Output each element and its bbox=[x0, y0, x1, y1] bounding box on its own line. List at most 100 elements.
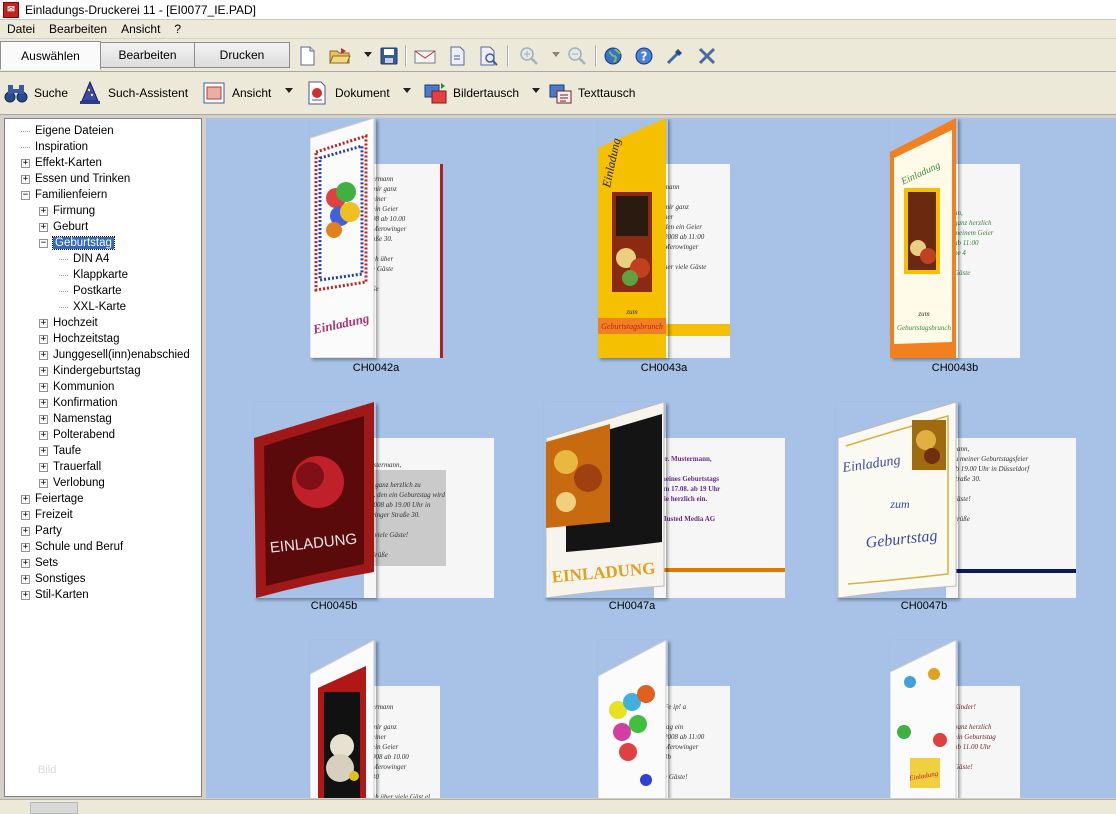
card-ch0043a[interactable]: mann mir ganz ner den ein Geier 2008 ab 11:… bbox=[598, 118, 738, 378]
tree-item[interactable]: + Kommunion bbox=[39, 379, 114, 395]
zoom-in-icon[interactable] bbox=[517, 45, 541, 67]
open-folder-icon[interactable] bbox=[328, 45, 352, 67]
tree-item[interactable]: + Essen und Trinken bbox=[21, 171, 130, 187]
expand-icon[interactable]: + bbox=[39, 382, 48, 392]
tree-item[interactable]: + Firmung bbox=[39, 203, 95, 219]
tree-item[interactable]: + Sets bbox=[21, 555, 58, 571]
collapse-icon[interactable]: − bbox=[21, 190, 30, 200]
card-ch0043b[interactable]: an, ganz herzlich meinem Geier ab 11:00 pe 4… bbox=[890, 118, 1030, 378]
expand-icon[interactable]: + bbox=[39, 366, 48, 376]
mail-icon[interactable] bbox=[413, 45, 437, 67]
eyedropper-icon[interactable] bbox=[663, 45, 687, 67]
tab-drucken[interactable]: Drucken bbox=[194, 42, 290, 68]
tree-item[interactable]: + Taufe bbox=[39, 443, 81, 459]
expand-icon[interactable]: + bbox=[21, 494, 30, 504]
card-inside-line: r viele Gäste! bbox=[370, 531, 409, 539]
tree-item[interactable]: + Effekt-Karten bbox=[21, 155, 102, 171]
zoom-out-icon[interactable] bbox=[565, 45, 589, 67]
view-button[interactable]: Ansicht bbox=[202, 78, 271, 108]
tree-item[interactable]: + Verlobung bbox=[39, 475, 105, 491]
expand-icon[interactable]: + bbox=[21, 526, 30, 536]
tree-item[interactable]: + Hochzeitstag bbox=[39, 331, 119, 347]
document-button[interactable]: Dokument bbox=[305, 78, 390, 108]
globe-icon[interactable] bbox=[601, 45, 625, 67]
horizontal-scrollbar-thumb[interactable] bbox=[30, 802, 78, 814]
card-ch0042a[interactable]: ermann mir ganz einer ein Geier 08 ab 10.00 M… bbox=[306, 118, 446, 378]
open-dropdown-caret[interactable] bbox=[364, 52, 372, 57]
tree-item[interactable]: − Geburtstag bbox=[39, 235, 115, 251]
expand-icon[interactable]: + bbox=[39, 430, 48, 440]
tree-item[interactable]: Klappkarte bbox=[59, 267, 128, 283]
card-ch0050a[interactable]: Kinder! ganz herzlich ein Geburtstag ab 11… bbox=[890, 640, 1030, 798]
tree-item[interactable]: Inspiration bbox=[21, 139, 88, 155]
tools-icon[interactable] bbox=[695, 45, 719, 67]
expand-icon[interactable]: + bbox=[39, 334, 48, 344]
new-document-icon[interactable] bbox=[295, 45, 319, 67]
tree-item[interactable]: + Konfirmation bbox=[39, 395, 118, 411]
tree-item[interactable]: XXL-Karte bbox=[59, 299, 126, 315]
help-icon[interactable]: ? bbox=[632, 45, 656, 67]
export-icon[interactable] bbox=[445, 45, 469, 67]
image-swap-button[interactable]: Bildertausch bbox=[423, 78, 519, 108]
view-dropdown-caret[interactable] bbox=[285, 88, 293, 93]
expand-icon[interactable]: + bbox=[39, 398, 48, 408]
expand-icon[interactable]: + bbox=[39, 222, 48, 232]
expand-icon[interactable]: + bbox=[21, 558, 30, 568]
tree-item[interactable]: + Schule und Beruf bbox=[21, 539, 123, 555]
tree-item[interactable]: + Geburt bbox=[39, 219, 88, 235]
tree-item[interactable]: DIN A4 bbox=[59, 251, 109, 267]
tree-item[interactable]: + Polterabend bbox=[39, 427, 115, 443]
tree-item[interactable]: + Namenstag bbox=[39, 411, 112, 427]
card-ch0047b[interactable]: mann, zu meiner Geburtstagsfeier ab 19.00 … bbox=[836, 402, 1081, 622]
search-button[interactable]: Suche bbox=[4, 78, 68, 108]
search-wizard-button[interactable]: Such-Assistent bbox=[78, 78, 188, 108]
tree-item[interactable]: + Freizeit bbox=[21, 507, 73, 523]
expand-icon[interactable]: + bbox=[39, 350, 48, 360]
expand-icon[interactable]: + bbox=[21, 542, 30, 552]
document-dropdown-caret[interactable] bbox=[403, 88, 411, 93]
template-gallery[interactable]: ermann mir ganz einer ein Geier 08 ab 10.00 M… bbox=[206, 118, 1116, 798]
tree-item[interactable]: + Kindergeburtstag bbox=[39, 363, 141, 379]
print-preview-icon[interactable] bbox=[476, 45, 500, 67]
card-inside-line: Musted Media AG bbox=[660, 515, 716, 523]
card-ch0045b[interactable]: ustermann, h ganz herzlich zu n, den ein … bbox=[254, 402, 494, 622]
card-ch0047a[interactable]: Dr. Mustermann, meines Geburtstags am 17.… bbox=[544, 402, 789, 622]
menu-datei[interactable]: Datei bbox=[0, 22, 42, 36]
tab-bearbeiten[interactable]: Bearbeiten bbox=[100, 42, 195, 68]
expand-icon[interactable]: + bbox=[39, 414, 48, 424]
menu-help[interactable]: ? bbox=[167, 22, 188, 36]
card-ch0049b[interactable]: Fe ip! a tag ein 2008 ab 11:00 Merowinger 3… bbox=[598, 640, 738, 798]
collapse-icon[interactable]: − bbox=[39, 238, 48, 248]
expand-icon[interactable]: + bbox=[39, 478, 48, 488]
expand-icon[interactable]: + bbox=[39, 318, 48, 328]
card-ch0049a[interactable]: ermann mir ganz einer ein Geier 008 ab 10.0… bbox=[306, 640, 446, 798]
expand-icon[interactable]: + bbox=[21, 174, 30, 184]
expand-icon[interactable]: + bbox=[39, 446, 48, 456]
tree-item[interactable]: + Hochzeit bbox=[39, 315, 98, 331]
expand-icon[interactable]: + bbox=[39, 206, 48, 216]
tree-item[interactable]: + Party bbox=[21, 523, 62, 539]
save-icon[interactable] bbox=[377, 45, 401, 67]
tree-item[interactable]: + Feiertage bbox=[21, 491, 84, 507]
tree-item[interactable]: + Sonstiges bbox=[21, 571, 86, 587]
expand-icon[interactable]: + bbox=[39, 462, 48, 472]
tab-auswaehlen[interactable]: Auswählen bbox=[0, 41, 101, 70]
expand-icon[interactable]: + bbox=[21, 574, 30, 584]
tree-item[interactable]: + Junggesell(inn)enabschied bbox=[39, 347, 190, 363]
menu-ansicht[interactable]: Ansicht bbox=[114, 22, 167, 36]
tree-item[interactable]: + Stil-Karten bbox=[21, 587, 89, 603]
expand-icon[interactable]: + bbox=[21, 590, 30, 600]
expand-icon[interactable]: + bbox=[21, 510, 30, 520]
expand-icon[interactable]: + bbox=[21, 158, 30, 168]
category-tree[interactable]: Bild Eigene Dateien Inspiration + Effekt-Ka… bbox=[4, 118, 202, 797]
zoom-dropdown-caret[interactable] bbox=[552, 52, 560, 57]
card-app-icon[interactable]: ✉ bbox=[3, 1, 19, 18]
menu-bearbeiten[interactable]: Bearbeiten bbox=[42, 22, 114, 36]
view-label: Ansicht bbox=[232, 86, 272, 100]
tree-item[interactable]: − Familienfeiern bbox=[21, 187, 107, 203]
text-swap-button[interactable]: Texttausch bbox=[548, 78, 635, 108]
tree-item[interactable]: Eigene Dateien bbox=[21, 123, 114, 139]
image-swap-dropdown-caret[interactable] bbox=[532, 88, 540, 93]
tree-item[interactable]: Postkarte bbox=[59, 283, 122, 299]
tree-item[interactable]: + Trauerfall bbox=[39, 459, 101, 475]
